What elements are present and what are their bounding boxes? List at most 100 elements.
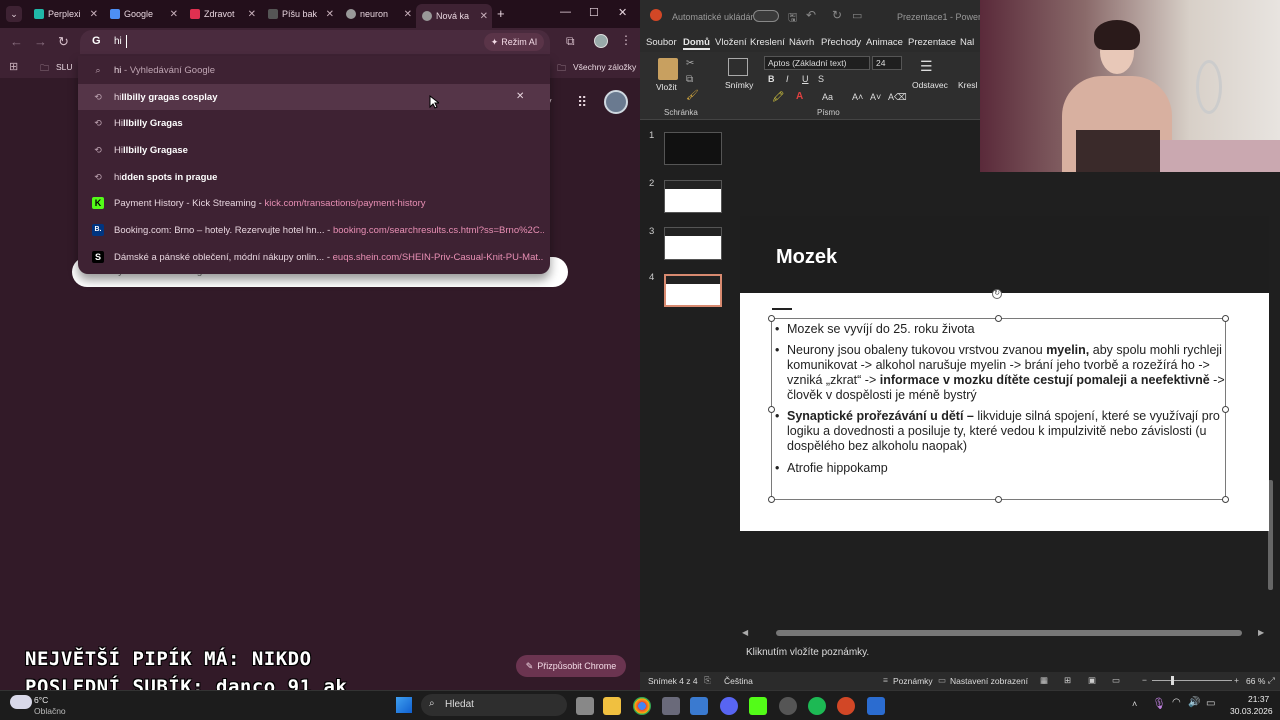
- profile-avatar[interactable]: [594, 34, 608, 48]
- highlight-icon[interactable]: 🖍: [772, 92, 785, 103]
- font-name-select[interactable]: Aptos (Základní text): [764, 56, 870, 70]
- slide-sorter-icon[interactable]: ⊞: [1064, 675, 1071, 686]
- minimize-icon[interactable]: —: [560, 6, 571, 18]
- rotate-handle-icon[interactable]: ↻: [992, 289, 1002, 299]
- close-window-icon[interactable]: ✕: [618, 6, 627, 19]
- tab-search-icon[interactable]: ⌄: [6, 6, 22, 22]
- paragraph-label[interactable]: Odstavec: [912, 80, 948, 90]
- reload-icon[interactable]: ↻: [58, 34, 69, 50]
- resize-handle[interactable]: [1222, 315, 1229, 322]
- shrink-font-icon[interactable]: A˅: [870, 92, 881, 102]
- notes-placeholder[interactable]: Kliknutím vložíte poznámky.: [746, 647, 869, 658]
- menu-icon[interactable]: ⋮: [620, 33, 632, 47]
- change-case-icon[interactable]: Aa: [822, 92, 833, 102]
- chrome-taskbar-icon[interactable]: [633, 697, 651, 715]
- horizontal-scrollbar[interactable]: ◀ ▶: [740, 628, 1270, 638]
- font-color-icon[interactable]: A: [796, 91, 803, 102]
- slide-thumb-2[interactable]: [664, 180, 722, 213]
- resize-handle[interactable]: [995, 315, 1002, 322]
- omnibox[interactable]: G hi ✦ Režim AI: [80, 30, 550, 54]
- close-icon[interactable]: ✕: [248, 9, 256, 20]
- scroll-thumb[interactable]: [776, 630, 1242, 636]
- zoom-level[interactable]: 66 %: [1246, 676, 1265, 686]
- format-painter-icon[interactable]: 🖌: [686, 90, 699, 101]
- google-apps-icon[interactable]: ⠿: [577, 94, 587, 111]
- tab-draw[interactable]: Kreslení: [750, 37, 785, 48]
- view-settings[interactable]: Nastavení zobrazení: [950, 676, 1028, 686]
- windows-start-icon[interactable]: [396, 697, 412, 713]
- wifi-icon[interactable]: ◠: [1172, 697, 1181, 708]
- paragraph-icon[interactable]: ☰: [920, 58, 933, 75]
- weather-icon[interactable]: [10, 695, 32, 709]
- tab-new[interactable]: Nová ka ✕: [416, 4, 492, 28]
- font-size-select[interactable]: 24: [872, 56, 902, 70]
- close-icon[interactable]: ✕: [90, 9, 98, 20]
- scroll-left-icon[interactable]: ◀: [742, 628, 748, 637]
- slides-label[interactable]: Snímky: [725, 80, 753, 90]
- spotify-icon[interactable]: [808, 697, 826, 715]
- zoom-slider-thumb[interactable]: [1171, 676, 1174, 685]
- word-icon[interactable]: [867, 697, 885, 715]
- clock-time[interactable]: 21:37: [1248, 694, 1269, 704]
- zoom-slider[interactable]: [1152, 680, 1232, 681]
- zoom-in-icon[interactable]: +: [1234, 675, 1239, 685]
- battery-icon[interactable]: ▭: [1206, 698, 1215, 709]
- tab-transitions[interactable]: Přechody: [821, 37, 861, 48]
- undo-icon[interactable]: ↶: [806, 8, 816, 22]
- slide-title[interactable]: Mozek: [776, 246, 837, 269]
- accessibility-icon[interactable]: ⎘: [704, 675, 711, 686]
- tray-chevron-icon[interactable]: ˄: [1132, 699, 1137, 709]
- save-icon[interactable]: 🖫: [788, 9, 797, 28]
- fit-slide-icon[interactable]: ⤢: [1268, 675, 1275, 686]
- tab-insert[interactable]: Vložení: [715, 37, 747, 48]
- close-icon[interactable]: ✕: [480, 11, 488, 22]
- resize-handle[interactable]: [1222, 496, 1229, 503]
- current-slide[interactable]: Mozek ↻ Mozek se vyvíjí do 25. roku živo…: [740, 216, 1269, 531]
- draw-label[interactable]: Kresl: [958, 80, 977, 90]
- tab-file[interactable]: Soubor: [646, 37, 677, 48]
- tab-slideshow[interactable]: Prezentace: [908, 37, 956, 48]
- body-textbox[interactable]: Mozek se vyvíjí do 25. roku života Neuro…: [768, 315, 1229, 503]
- account-avatar[interactable]: [604, 90, 628, 114]
- tab-home[interactable]: Domů: [683, 37, 710, 50]
- shadow-icon[interactable]: S: [818, 74, 824, 84]
- file-explorer-icon[interactable]: [603, 697, 621, 715]
- slide-thumb-3[interactable]: [664, 227, 722, 260]
- close-icon[interactable]: ✕: [404, 9, 412, 20]
- apps-icon[interactable]: ⊞: [9, 60, 18, 73]
- suggestion-page[interactable]: S Dámské a pánské oblečení, módní nákupy…: [78, 244, 550, 270]
- suggestion-history[interactable]: ⟲ Hillbilly Gragas: [78, 110, 550, 136]
- tab-zdravot[interactable]: Zdravot ✕: [184, 4, 260, 24]
- language-label[interactable]: Čeština: [724, 676, 753, 686]
- notes-pane[interactable]: Kliknutím vložíte poznámky.: [740, 642, 1270, 664]
- forward-icon[interactable]: →: [34, 34, 47, 49]
- notes-toggle[interactable]: Poznámky: [893, 676, 933, 686]
- grow-font-icon[interactable]: A˄: [852, 92, 863, 102]
- bookmark-folder[interactable]: SLU: [56, 62, 73, 72]
- scroll-right-icon[interactable]: ▶: [1258, 628, 1264, 637]
- resize-handle[interactable]: [995, 496, 1002, 503]
- suggestion-search[interactable]: ⌕ hi - Vyhledávání Google: [78, 57, 550, 83]
- omnibox-input[interactable]: hi: [114, 36, 122, 47]
- reading-view-icon[interactable]: ▣: [1088, 675, 1096, 686]
- weather-temp[interactable]: 6°C: [34, 695, 48, 705]
- weather-desc[interactable]: Oblačno: [34, 706, 66, 716]
- back-icon[interactable]: ←: [10, 34, 23, 49]
- clock-date[interactable]: 30.03.2026: [1230, 706, 1273, 716]
- photos-icon[interactable]: [690, 697, 708, 715]
- suggestion-page[interactable]: B. Booking.com: Brno – hotely. Rezervujt…: [78, 217, 550, 243]
- cut-icon[interactable]: ✂: [686, 58, 694, 69]
- app-icon[interactable]: [779, 697, 797, 715]
- volume-icon[interactable]: 🔊: [1188, 697, 1200, 708]
- autosave-toggle[interactable]: [753, 10, 779, 22]
- new-tab-icon[interactable]: +: [497, 6, 505, 21]
- maximize-icon[interactable]: ☐: [589, 6, 599, 19]
- normal-view-icon[interactable]: ▦: [1040, 675, 1048, 686]
- paste-icon[interactable]: [658, 58, 678, 80]
- tab-google[interactable]: Google ✕: [104, 4, 182, 24]
- kick-taskbar-icon[interactable]: [749, 697, 767, 715]
- remove-suggestion-icon[interactable]: ✕: [516, 91, 524, 102]
- tab-neuron[interactable]: neuron ✕: [340, 4, 416, 24]
- suggestion-history[interactable]: ⟲ hillbilly gragas cosplay ✕: [78, 84, 550, 110]
- resize-handle[interactable]: [768, 315, 775, 322]
